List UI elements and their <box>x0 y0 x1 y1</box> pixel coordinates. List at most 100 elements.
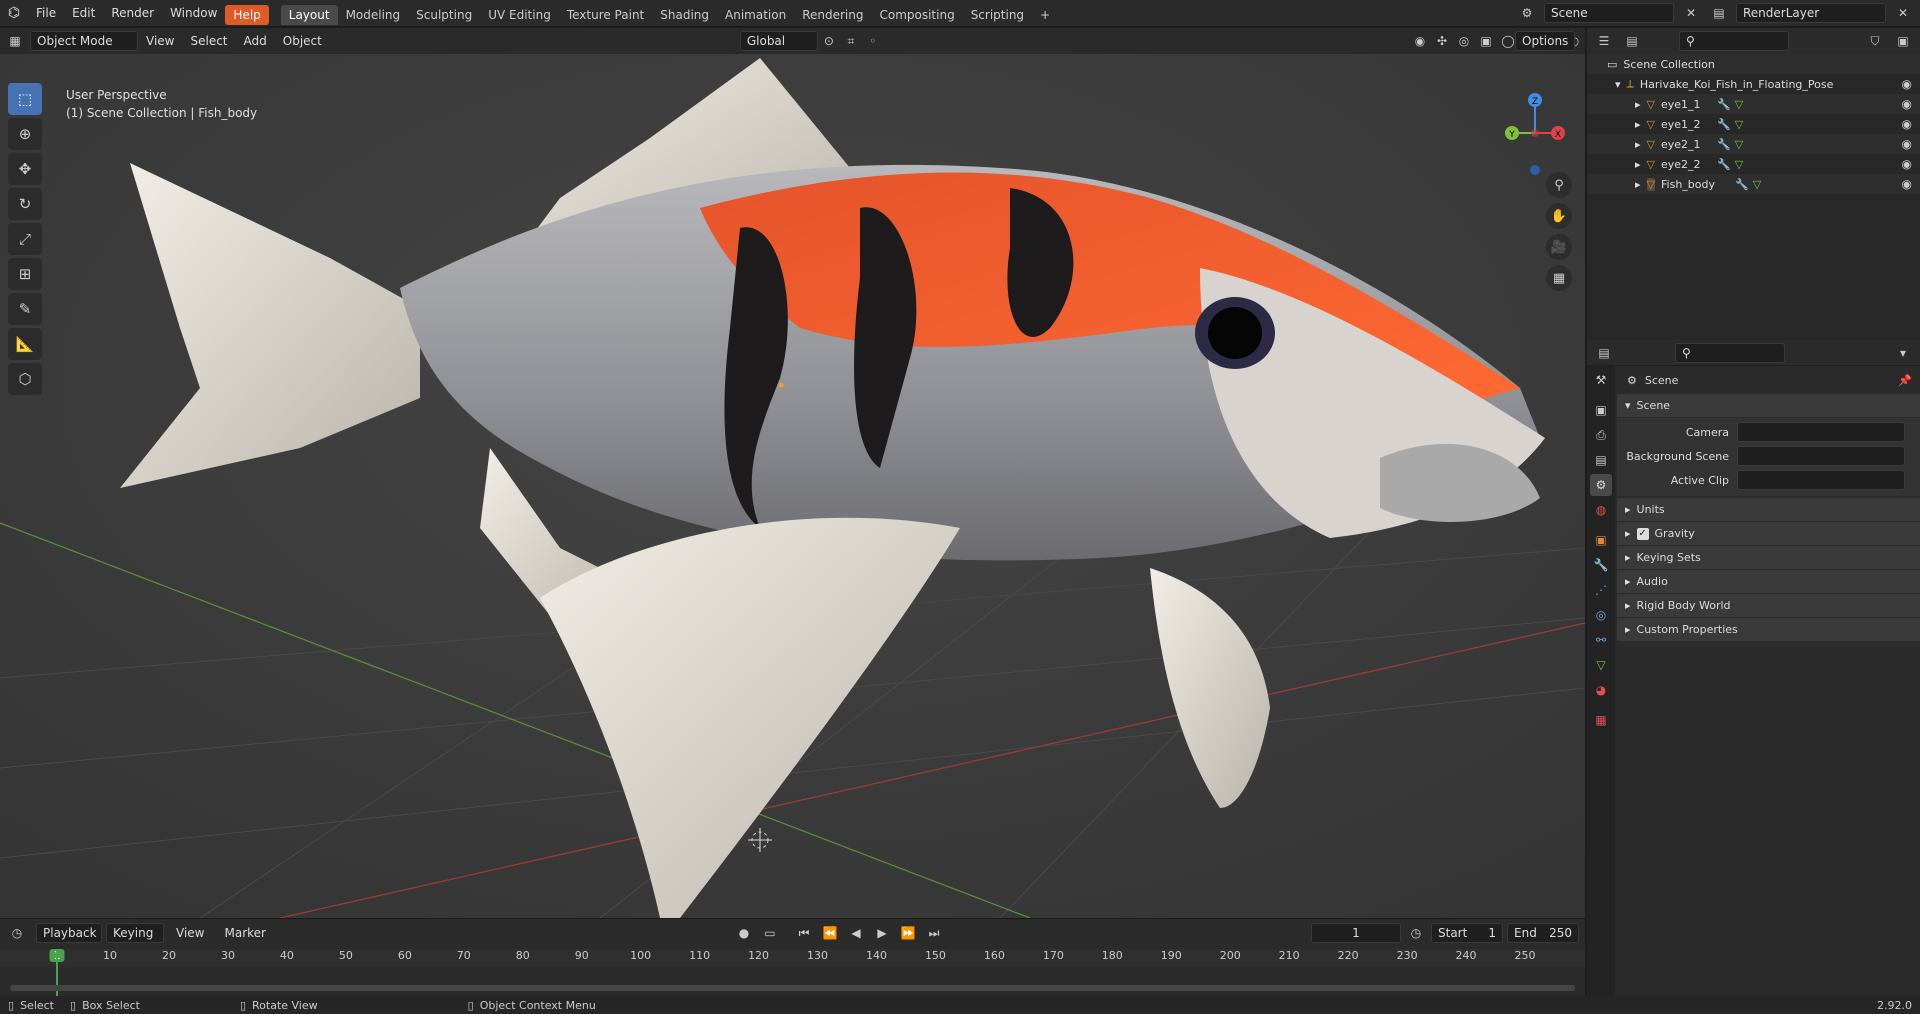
new-collection-icon[interactable]: ▣ <box>1892 31 1914 51</box>
outliner-row-eye2-1[interactable]: ▸ ▽ eye2_1 🔧 ▽ ◉ <box>1587 134 1920 154</box>
tab-layout[interactable]: Layout <box>280 5 338 25</box>
editor-type-icon[interactable]: ▦ <box>4 31 26 51</box>
outliner-row-collection[interactable]: ▾ ⟂ Harivake_Koi_Fish_in_Floating_Pose ◉ <box>1587 74 1920 94</box>
mode-select[interactable]: Object Mode <box>30 31 138 51</box>
outliner-row-fish-body[interactable]: ▸ ▽ Fish_body 🔧 ▽ ◉ <box>1587 174 1920 194</box>
expand-arrow-icon[interactable]: ▸ <box>1635 118 1641 131</box>
scale-tool-icon[interactable]: ⤢ <box>8 223 42 255</box>
active-clip-field[interactable] <box>1737 470 1905 490</box>
select-box-tool-icon[interactable]: ⬚ <box>8 83 42 115</box>
tab-shading[interactable]: Shading <box>652 5 717 25</box>
rigid-body-world-panel-header[interactable]: ▸ Rigid Body World <box>1617 594 1920 618</box>
viewport-menu-object[interactable]: Object <box>275 28 330 54</box>
next-keyframe-icon[interactable]: ⏩ <box>897 923 919 943</box>
constraints-tab-icon[interactable]: ⚯ <box>1590 629 1612 651</box>
viewport-menu-select[interactable]: Select <box>182 28 235 54</box>
outliner-row-eye1-2[interactable]: ▸ ▽ eye1_2 🔧 ▽ ◉ <box>1587 114 1920 134</box>
play-icon[interactable]: ▶ <box>871 923 893 943</box>
end-frame-field[interactable]: End 250 <box>1507 923 1579 943</box>
eye-icon[interactable]: ◉ <box>1902 137 1912 151</box>
expand-arrow-icon[interactable]: ▸ <box>1635 178 1641 191</box>
data-tab-icon[interactable]: ▽ <box>1590 654 1612 676</box>
tab-uv-editing[interactable]: UV Editing <box>480 5 559 25</box>
units-panel-header[interactable]: ▸ Units <box>1617 498 1920 522</box>
snap-icon[interactable]: ⌗ <box>840 31 862 51</box>
eye-icon[interactable]: ◉ <box>1902 77 1912 91</box>
tab-animation[interactable]: Animation <box>717 5 794 25</box>
tab-sculpting[interactable]: Sculpting <box>408 5 480 25</box>
tab-rendering[interactable]: Rendering <box>794 5 871 25</box>
start-frame-field[interactable]: Start 1 <box>1431 923 1503 943</box>
overlay-toggle-icon[interactable]: ◎ <box>1453 31 1475 51</box>
frame-ruler[interactable]: 1102030405060708090100110120130140150160… <box>0 949 1585 967</box>
view-layer-tab-icon[interactable]: ▤ <box>1590 449 1612 471</box>
particles-tab-icon[interactable]: ⋰ <box>1590 579 1612 601</box>
prev-keyframe-icon[interactable]: ⏪ <box>819 923 841 943</box>
audio-panel-header[interactable]: ▸ Audio <box>1617 570 1920 594</box>
measure-tool-icon[interactable]: 📐 <box>8 328 42 360</box>
display-mode-icon[interactable]: ▤ <box>1621 31 1643 51</box>
modifier-tab-icon[interactable]: 🔧 <box>1590 554 1612 576</box>
world-tab-icon[interactable]: ◍ <box>1590 499 1612 521</box>
play-reverse-icon[interactable]: ◀ <box>845 923 867 943</box>
mesh-data-icon[interactable]: ▽ <box>1735 138 1743 151</box>
autokey-options-icon[interactable]: ▭ <box>759 923 781 943</box>
modifier-icon[interactable]: 🔧 <box>1717 118 1731 131</box>
marker-menu[interactable]: Marker <box>216 920 273 947</box>
camera-field[interactable] <box>1737 422 1905 442</box>
outliner-row-eye2-2[interactable]: ▸ ▽ eye2_2 🔧 ▽ ◉ <box>1587 154 1920 174</box>
preview-range-icon[interactable]: ◷ <box>1405 923 1427 943</box>
modifier-icon[interactable]: 🔧 <box>1717 158 1731 171</box>
tool-tab-icon[interactable]: ⚒ <box>1590 369 1612 391</box>
modifier-icon[interactable]: 🔧 <box>1735 178 1749 191</box>
material-tab-icon[interactable]: ◕ <box>1590 679 1612 701</box>
view-layer-field[interactable]: RenderLayer <box>1736 3 1886 23</box>
outliner-row-scene-collection[interactable]: ▭ Scene Collection <box>1587 54 1920 74</box>
gravity-checkbox[interactable]: ✓ <box>1636 527 1649 540</box>
modifier-icon[interactable]: 🔧 <box>1717 138 1731 151</box>
jump-start-icon[interactable]: ⏮ <box>793 923 815 943</box>
transform-tool-icon[interactable]: ⊞ <box>8 258 42 290</box>
properties-options-icon[interactable]: ▾ <box>1892 343 1914 363</box>
playback-menu[interactable]: Playback <box>36 923 102 943</box>
close-view-layer-icon[interactable]: ✕ <box>1892 3 1914 23</box>
keying-menu[interactable]: Keying <box>106 923 164 943</box>
eye-icon[interactable]: ◉ <box>1902 97 1912 111</box>
scene-panel-header[interactable]: ▾ Scene <box>1617 394 1920 418</box>
tab-modeling[interactable]: Modeling <box>338 5 409 25</box>
annotate-tool-icon[interactable]: ✎ <box>8 293 42 325</box>
ortho-grid-icon[interactable]: ▦ <box>1546 265 1572 291</box>
zoom-icon[interactable]: ⚲ <box>1546 172 1572 198</box>
3d-viewport[interactable]: ▦ Object Mode View Select Add Object Glo… <box>0 28 1585 918</box>
options-button[interactable]: Options <box>1515 31 1575 51</box>
expand-arrow-icon[interactable]: ▸ <box>1635 138 1641 151</box>
camera-view-icon[interactable]: 🎥 <box>1546 234 1572 260</box>
record-icon[interactable]: ● <box>733 923 755 943</box>
add-cube-tool-icon[interactable]: ⬡ <box>8 363 42 395</box>
physics-tab-icon[interactable]: ◎ <box>1590 604 1612 626</box>
viewport-menu-add[interactable]: Add <box>236 28 275 54</box>
scene-icon[interactable]: ⚙ <box>1516 3 1538 23</box>
mesh-data-icon[interactable]: ▽ <box>1735 158 1743 171</box>
tab-compositing[interactable]: Compositing <box>871 5 962 25</box>
object-tab-icon[interactable]: ▣ <box>1590 529 1612 551</box>
outliner-editor-icon[interactable]: ☰ <box>1593 31 1615 51</box>
view-layer-icon[interactable]: ▤ <box>1708 3 1730 23</box>
expand-arrow-icon[interactable]: ▸ <box>1635 158 1641 171</box>
background-scene-field[interactable] <box>1737 446 1905 466</box>
eye-icon[interactable]: ◉ <box>1902 157 1912 171</box>
proportional-edit-icon[interactable]: ◦ <box>862 31 884 51</box>
viewport-menu-view[interactable]: View <box>138 28 182 54</box>
mesh-data-icon[interactable]: ▽ <box>1735 98 1743 111</box>
render-tab-icon[interactable]: ▣ <box>1590 399 1612 421</box>
timeline-view-menu[interactable]: View <box>168 920 212 947</box>
visibility-icon[interactable]: ◉ <box>1409 31 1431 51</box>
pivot-icon[interactable]: ⊙ <box>818 31 840 51</box>
transform-orientation-select[interactable]: Global <box>739 31 818 51</box>
expand-arrow-icon[interactable]: ▸ <box>1635 98 1641 111</box>
add-workspace-button[interactable]: + <box>1032 5 1058 25</box>
output-tab-icon[interactable]: ⎙ <box>1590 424 1612 446</box>
rotate-tool-icon[interactable]: ↻ <box>8 188 42 220</box>
close-scene-icon[interactable]: ✕ <box>1680 3 1702 23</box>
mesh-data-icon[interactable]: ▽ <box>1753 178 1761 191</box>
